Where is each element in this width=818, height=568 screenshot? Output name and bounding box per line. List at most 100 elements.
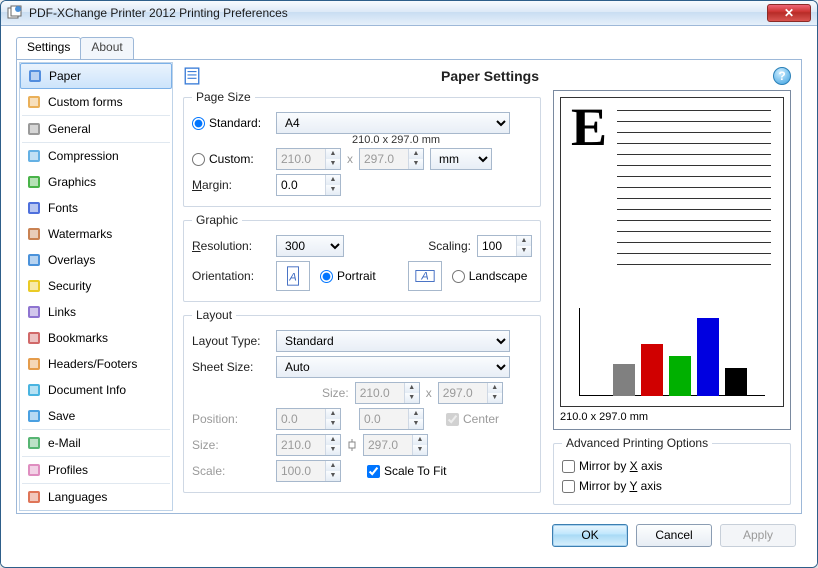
preview-letter: E xyxy=(571,100,607,154)
margin-label: Margin: xyxy=(192,178,270,192)
orientation-label: Orientation: xyxy=(192,269,270,283)
sidebar-item-label: Custom forms xyxy=(48,95,123,109)
standard-label: Standard: xyxy=(209,116,261,130)
sidebar-item-watermarks[interactable]: Watermarks xyxy=(20,221,172,247)
custom-radio-input[interactable] xyxy=(192,153,205,166)
landscape-icon: A xyxy=(408,261,442,291)
dialog-buttons: OK Cancel Apply xyxy=(16,514,802,556)
cancel-button[interactable]: Cancel xyxy=(636,524,712,547)
sidebar-item-label: Profiles xyxy=(48,463,88,477)
sidebar-item-label: Save xyxy=(48,409,75,423)
close-button[interactable]: ✕ xyxy=(767,4,811,22)
sidebar-item-save[interactable]: Save xyxy=(20,403,172,429)
landscape-radio-input[interactable] xyxy=(452,270,465,283)
tab-settings[interactable]: Settings xyxy=(16,37,81,59)
scale-fit-check-input[interactable] xyxy=(367,465,380,478)
apply-button[interactable]: Apply xyxy=(720,524,796,547)
custom-height-input[interactable] xyxy=(360,149,408,169)
sidebar-item-custom-forms[interactable]: Custom forms xyxy=(20,89,172,115)
ok-button[interactable]: OK xyxy=(552,524,628,547)
standard-radio[interactable]: Standard: xyxy=(192,116,270,130)
standard-select[interactable]: A4 xyxy=(276,112,510,134)
sidebar: Paper Custom forms General Compression Graph… xyxy=(19,62,173,511)
custom-forms-icon xyxy=(26,94,42,110)
resolution-select[interactable]: 300 xyxy=(276,235,344,257)
x-label: x xyxy=(347,152,353,166)
window-title: PDF-XChange Printer 2012 Printing Prefer… xyxy=(29,6,767,20)
sidebar-item-links[interactable]: Links xyxy=(20,299,172,325)
mirror-x-label: Mirror by X axis xyxy=(579,459,662,473)
margin-input[interactable] xyxy=(277,175,325,195)
portrait-radio[interactable]: Portrait xyxy=(320,269,376,283)
portrait-radio-input[interactable] xyxy=(320,270,333,283)
sidebar-item-fonts[interactable]: Fonts xyxy=(20,195,172,221)
scale-fit-label: Scale To Fit xyxy=(384,464,446,478)
sidebar-item-label: e-Mail xyxy=(48,436,81,450)
mirror-y-input[interactable] xyxy=(562,480,575,493)
panel-body: Paper Custom forms General Compression Graph… xyxy=(16,59,802,514)
sidebar-item-security[interactable]: Security xyxy=(20,273,172,299)
bookmarks-icon xyxy=(26,330,42,346)
sheet-w-input xyxy=(356,383,404,403)
sidebar-item-bookmarks[interactable]: Bookmarks xyxy=(20,325,172,351)
window: PDF-XChange Printer 2012 Printing Prefer… xyxy=(0,0,818,568)
page-size-group: Page Size Standard: A4 210.0 x 29 xyxy=(183,90,541,207)
help-button[interactable]: ? xyxy=(773,67,791,85)
sidebar-item-graphics[interactable]: Graphics xyxy=(20,169,172,195)
sidebar-item-document-info[interactable]: Document Info xyxy=(20,377,172,403)
scaling-spin[interactable]: ▲▼ xyxy=(477,235,532,257)
preview-dimensions: 210.0 x 297.0 mm xyxy=(560,407,784,423)
advanced-legend: Advanced Printing Options xyxy=(562,436,712,450)
center-check-input xyxy=(446,413,459,426)
bar-gray xyxy=(613,364,635,396)
pos-y-spin: ▲▼ xyxy=(359,408,424,430)
scale-fit-check[interactable]: Scale To Fit xyxy=(367,464,446,478)
custom-width-input[interactable] xyxy=(277,149,325,169)
graphic-legend: Graphic xyxy=(192,213,242,227)
document-info-icon xyxy=(26,382,42,398)
sidebar-item-paper[interactable]: Paper xyxy=(20,63,172,89)
tab-about[interactable]: About xyxy=(80,37,133,59)
landscape-radio[interactable]: Landscape xyxy=(452,269,528,283)
units-select[interactable]: mm xyxy=(430,148,492,170)
scaling-input[interactable] xyxy=(478,236,516,256)
sidebar-item-languages[interactable]: Languages xyxy=(20,484,172,510)
standard-radio-input[interactable] xyxy=(192,117,205,130)
sidebar-item-headers-footers[interactable]: Headers/Footers xyxy=(20,351,172,377)
email-icon xyxy=(26,435,42,451)
mirror-x-check[interactable]: Mirror by X axis xyxy=(562,459,662,473)
page-title: Paper Settings xyxy=(207,68,773,84)
links-icon xyxy=(26,304,42,320)
general-icon xyxy=(26,121,42,137)
sidebar-item-label: Fonts xyxy=(48,201,78,215)
size2-h-input xyxy=(364,435,412,455)
mirror-y-row: Mirror by Y axis xyxy=(562,476,782,496)
languages-icon xyxy=(26,489,42,505)
sheet-size-select[interactable]: Auto xyxy=(276,356,510,378)
custom-height-spin[interactable]: ▲▼ xyxy=(359,148,424,170)
sidebar-item-email[interactable]: e-Mail xyxy=(20,430,172,456)
margin-row: Margin: ▲▼ xyxy=(192,172,532,198)
header-icon xyxy=(183,67,201,85)
sidebar-item-compression[interactable]: Compression xyxy=(20,143,172,169)
layout-type-select[interactable]: Standard xyxy=(276,330,510,352)
sidebar-item-label: Compression xyxy=(48,149,119,163)
settings-column: Page Size Standard: A4 210.0 x 29 xyxy=(183,90,541,505)
position-row: Position: ▲▼ ▲▼ Center xyxy=(192,406,532,432)
sidebar-item-profiles[interactable]: Profiles xyxy=(20,457,172,483)
size2-row: Size: ▲▼ ▲▼ xyxy=(192,432,532,458)
custom-radio[interactable]: Custom: xyxy=(192,152,270,166)
mirror-x-input[interactable] xyxy=(562,460,575,473)
preview-column: E xyxy=(553,90,791,505)
custom-width-spin[interactable]: ▲▼ xyxy=(276,148,341,170)
bar-black xyxy=(725,368,747,396)
sidebar-item-general[interactable]: General xyxy=(20,116,172,142)
mirror-y-check[interactable]: Mirror by Y axis xyxy=(562,479,662,493)
mirror-x-row: Mirror by X axis xyxy=(562,456,782,476)
position-label: Position: xyxy=(192,412,270,426)
sidebar-item-overlays[interactable]: Overlays xyxy=(20,247,172,273)
margin-spin[interactable]: ▲▼ xyxy=(276,174,341,196)
scale-label: Scale: xyxy=(192,464,270,478)
bar-blue xyxy=(697,318,719,396)
tab-bar: Settings About xyxy=(16,37,802,59)
